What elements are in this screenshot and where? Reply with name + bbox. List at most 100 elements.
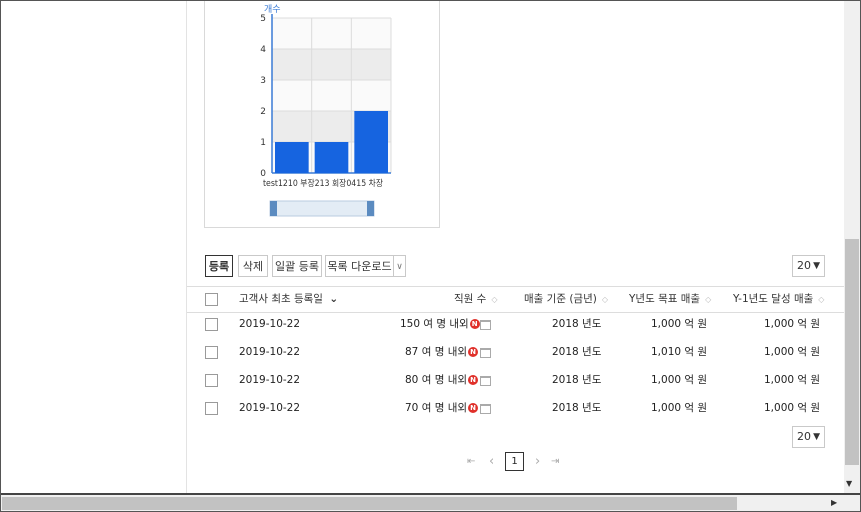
y-tick-label: 1 xyxy=(260,138,266,148)
cell-target: 1,000 억 원 xyxy=(651,318,708,330)
cell-target: 1,010 억 원 xyxy=(651,346,708,358)
employees-text: 87 여 명 내외 xyxy=(405,346,468,358)
cell-date: 2019-10-22 xyxy=(239,346,301,358)
popup-window-icon[interactable] xyxy=(480,376,491,386)
sort-icon: ◇ xyxy=(601,295,608,304)
chevron-down-icon: ▼ xyxy=(813,261,820,271)
header-achieved-sales[interactable]: Y-1년도 달성 매출 ◇ xyxy=(733,287,824,312)
header-sales-basis[interactable]: 매출 기준 (금년) ◇ xyxy=(524,287,608,312)
bar-chart: 0 1 2 3 4 5개수 test1210 부장213 회장0415 차장 xyxy=(260,4,392,217)
bulk-register-button[interactable]: 일괄 등록 xyxy=(272,255,322,277)
page-size-value: 20 xyxy=(797,259,811,272)
cell-employees: 87 여 명 내외 N xyxy=(405,338,479,366)
header-label: 고객사 최초 등록일 xyxy=(239,293,323,305)
select-all-checkbox[interactable] xyxy=(205,293,218,306)
row-checkbox[interactable] xyxy=(205,346,218,359)
register-button[interactable]: 등록 xyxy=(205,255,233,277)
new-badge-icon: N xyxy=(469,319,480,329)
cell-date: 2019-10-22 xyxy=(239,402,301,414)
next-page-icon[interactable]: › xyxy=(535,452,540,471)
header-target-sales[interactable]: Y년도 목표 매출 ◇ xyxy=(629,287,711,312)
table-row[interactable]: 2019-10-22 70 여 명 내외 N 2018 년도 1,000 억 원 … xyxy=(187,394,844,422)
cell-basis: 2018 년도 xyxy=(552,374,602,386)
cell-date: 2019-10-22 xyxy=(239,374,301,386)
cell-achieved: 1,000 억 원 xyxy=(764,346,821,358)
cell-target: 1,000 억 원 xyxy=(651,374,708,386)
chevron-down-icon: ▼ xyxy=(813,432,820,442)
table-row[interactable]: 2019-10-22 87 여 명 내외 N 2018 년도 1,010 억 원 … xyxy=(187,338,844,366)
scroll-right-arrow-icon[interactable]: ▶ xyxy=(831,498,837,507)
table-header: 고객사 최초 등록일 ⌄ 직원 수 ◇ 매출 기준 (금년) ◇ Y년도 목표 매출… xyxy=(187,286,844,313)
cell-employees: 70 여 명 내외 N xyxy=(405,394,479,422)
row-checkbox[interactable] xyxy=(205,318,218,331)
table-row[interactable]: 2019-10-22 80 여 명 내외 N 2018 년도 1,000 억 원 … xyxy=(187,366,844,394)
y-tick-label: 3 xyxy=(260,76,266,86)
cell-basis: 2018 년도 xyxy=(552,346,602,358)
current-page[interactable]: 1 xyxy=(505,452,524,471)
cell-date: 2019-10-22 xyxy=(239,318,301,330)
popup-window-icon[interactable] xyxy=(480,348,491,358)
page-size-value: 20 xyxy=(797,430,811,443)
left-pane xyxy=(1,1,187,493)
cell-basis: 2018 년도 xyxy=(552,402,602,414)
new-badge-icon: N xyxy=(468,375,479,385)
header-label: 매출 기준 (금년) xyxy=(524,293,597,305)
y-tick-label: 0 xyxy=(260,169,266,179)
bar xyxy=(314,142,349,173)
employees-text: 70 여 명 내외 xyxy=(405,402,468,414)
row-checkbox[interactable] xyxy=(205,374,218,387)
y-axis-label: 개수 xyxy=(264,4,281,15)
browser-frame: 0 1 2 3 4 5 개수 test1210 부장213 회장0415 차장 등록 삭제 일… xyxy=(0,0,861,512)
new-badge-icon: N xyxy=(468,403,479,413)
sort-icon: ◇ xyxy=(818,295,825,304)
sort-icon: ◇ xyxy=(491,295,498,304)
last-page-icon[interactable]: ⇥ xyxy=(551,452,559,471)
row-checkbox[interactable] xyxy=(205,402,218,415)
cell-achieved: 1,000 억 원 xyxy=(764,402,821,414)
scrollbar-corner xyxy=(844,495,860,511)
sort-icon: ◇ xyxy=(705,295,712,304)
range-slider-handle-right xyxy=(367,201,374,216)
y-tick-label: 2 xyxy=(260,107,266,117)
prev-page-icon[interactable]: ‹ xyxy=(489,452,494,471)
y-tick-label: 5 xyxy=(260,14,266,24)
new-badge-icon: N xyxy=(468,347,479,357)
cell-basis: 2018 년도 xyxy=(552,318,602,330)
cell-employees: 150 여 명 내외 N xyxy=(400,310,480,338)
cell-achieved: 1,000 억 원 xyxy=(764,374,821,386)
sort-desc-icon: ⌄ xyxy=(329,293,339,305)
range-slider-handle-left xyxy=(270,201,277,216)
y-tick-label: 4 xyxy=(260,45,266,55)
popup-window-icon[interactable] xyxy=(480,404,491,414)
cell-target: 1,000 억 원 xyxy=(651,402,708,414)
header-label: Y년도 목표 매출 xyxy=(629,293,701,305)
bar xyxy=(275,142,309,173)
header-label: Y-1년도 달성 매출 xyxy=(733,293,814,305)
chart-card: 0 1 2 3 4 5 개수 test1210 부장213 회장0415 차장 xyxy=(204,1,440,228)
popup-window-icon[interactable] xyxy=(480,320,491,330)
first-page-icon[interactable]: ⇤ xyxy=(467,452,475,471)
employees-text: 150 여 명 내외 xyxy=(400,318,469,330)
main-content: 0 1 2 3 4 5 개수 test1210 부장213 회장0415 차장 등록 삭제 일… xyxy=(187,1,844,493)
header-employees[interactable]: 직원 수 ◇ xyxy=(454,287,497,312)
cell-employees: 80 여 명 내외 N xyxy=(405,366,479,394)
x-tick-labels: test1210 부장213 회장0415 차장 xyxy=(263,178,383,189)
scroll-down-arrow-icon[interactable]: ▼ xyxy=(846,479,852,488)
header-label: 직원 수 xyxy=(454,293,487,305)
page-size-select-top[interactable]: 20 ▼ xyxy=(792,255,825,277)
grid-band xyxy=(272,80,391,111)
table-row[interactable]: 2019-10-22 150 여 명 내외 N 2018 년도 1,000 억 원… xyxy=(187,310,844,338)
header-registered-date[interactable]: 고객사 최초 등록일 ⌄ xyxy=(239,287,338,312)
vertical-scroll-thumb[interactable] xyxy=(845,239,859,465)
download-dropdown-toggle[interactable]: ∨ xyxy=(393,255,406,277)
grid-band xyxy=(272,18,391,49)
download-list-button[interactable]: 목록 다운로드 xyxy=(325,255,394,277)
grid-band xyxy=(272,49,391,80)
horizontal-scroll-thumb[interactable] xyxy=(2,497,737,510)
employees-text: 80 여 명 내외 xyxy=(405,374,468,386)
bar xyxy=(354,111,388,173)
range-slider-track xyxy=(269,200,375,217)
cell-achieved: 1,000 억 원 xyxy=(764,318,821,330)
page-size-select-bottom[interactable]: 20 ▼ xyxy=(792,426,825,448)
delete-button[interactable]: 삭제 xyxy=(238,255,268,277)
